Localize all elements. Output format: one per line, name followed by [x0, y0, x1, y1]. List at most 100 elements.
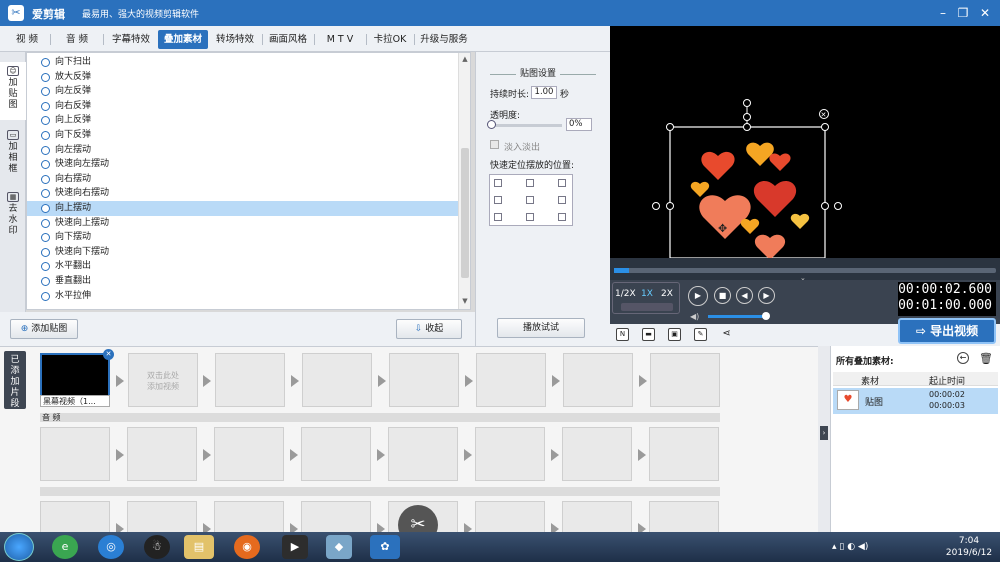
audio-slot[interactable]: [214, 427, 284, 481]
tab-video[interactable]: 视 频: [6, 30, 48, 49]
effect-item[interactable]: 快速向右摆动: [27, 186, 459, 201]
sticker-preview[interactable]: ✕ ✥: [610, 26, 1000, 258]
empty-video-slot[interactable]: [302, 353, 372, 407]
video-app-icon[interactable]: ▶: [282, 535, 308, 559]
speed-double[interactable]: 2X: [661, 289, 673, 299]
radio-icon[interactable]: [41, 87, 50, 97]
fade-checkbox[interactable]: [490, 140, 499, 149]
effect-item[interactable]: 向上反弹: [27, 113, 459, 128]
firefox-icon[interactable]: ◉: [234, 535, 260, 559]
radio-icon[interactable]: [41, 233, 50, 243]
stop-icon[interactable]: ■: [714, 287, 731, 304]
side-tab-add-frame[interactable]: ▭ 加 相 框: [0, 126, 26, 184]
radio-icon[interactable]: [41, 189, 50, 199]
new-project-icon[interactable]: N: [616, 328, 629, 341]
radio-icon[interactable]: [41, 58, 50, 67]
file-explorer-icon[interactable]: ▤: [184, 535, 214, 559]
playback-progress[interactable]: ⌄: [610, 258, 1000, 282]
effect-item[interactable]: 放大反弹: [27, 70, 459, 85]
scroll-thumb[interactable]: [461, 148, 469, 278]
empty-video-slot[interactable]: [650, 353, 720, 407]
prev-frame-icon[interactable]: ◀: [736, 287, 753, 304]
effect-list-scrollbar[interactable]: ▲ ▼: [458, 53, 470, 309]
effect-item[interactable]: 垂直翻出: [27, 274, 459, 289]
system-clock[interactable]: 7:04 2019/6/12: [942, 535, 996, 559]
effect-item[interactable]: 向右摆动: [27, 172, 459, 187]
effect-item[interactable]: 水平翻出: [27, 259, 459, 274]
radio-icon[interactable]: [41, 131, 50, 140]
scroll-down-icon[interactable]: ▼: [460, 297, 470, 307]
speed-normal[interactable]: 1X: [641, 289, 653, 299]
audio-slot[interactable]: [301, 427, 371, 481]
360-browser-icon[interactable]: e: [52, 535, 78, 559]
radio-icon[interactable]: [41, 174, 50, 184]
export-video-button[interactable]: ⇨ 导出视频: [898, 318, 996, 344]
position-top-center[interactable]: [526, 179, 534, 187]
duration-input[interactable]: 1.00: [531, 86, 557, 99]
radio-icon[interactable]: [41, 72, 50, 82]
position-middle-right[interactable]: [558, 196, 566, 204]
trash-icon[interactable]: 🗑: [979, 352, 993, 365]
radio-icon[interactable]: [41, 101, 50, 111]
empty-video-slot[interactable]: [215, 353, 285, 407]
speed-slider[interactable]: [621, 303, 673, 311]
audio-slot[interactable]: [127, 427, 197, 481]
close-icon[interactable]: ✕: [976, 4, 994, 22]
radio-icon[interactable]: [41, 277, 50, 286]
empty-video-slot[interactable]: [476, 353, 546, 407]
minimize-icon[interactable]: –: [934, 4, 952, 22]
radio-icon[interactable]: [41, 204, 50, 213]
effect-item[interactable]: 向下扫出: [27, 55, 459, 70]
qq-icon[interactable]: ☃: [144, 535, 170, 559]
ijianji-app-icon[interactable]: ✿: [370, 535, 400, 559]
editor-app-icon[interactable]: ◆: [326, 535, 352, 559]
play-icon[interactable]: ▶: [688, 286, 708, 306]
add-video-slot[interactable]: 双击此处 添加视频: [128, 353, 198, 407]
tab-audio[interactable]: 音 频: [54, 30, 100, 49]
overlay-row[interactable]: ♥ 贴图 00:00:02 00:00:03: [833, 388, 998, 414]
play-test-button[interactable]: 播放试试: [497, 318, 585, 338]
effect-item[interactable]: 向左反弹: [27, 84, 459, 99]
opacity-slider[interactable]: [490, 124, 562, 127]
effect-item[interactable]: 向下反弹: [27, 128, 459, 143]
radio-icon[interactable]: [41, 160, 50, 170]
scroll-up-icon[interactable]: ▲: [460, 55, 470, 65]
opacity-slider-knob[interactable]: [487, 120, 496, 129]
back-icon[interactable]: ←: [957, 352, 969, 364]
add-sticker-button[interactable]: ⊕ 添加贴图: [10, 319, 78, 339]
position-middle-left[interactable]: [494, 196, 502, 204]
volume-icon[interactable]: ◀): [690, 312, 699, 321]
radio-icon[interactable]: [41, 247, 50, 257]
volume-slider[interactable]: [708, 315, 768, 318]
audio-slot[interactable]: [562, 427, 632, 481]
radio-icon[interactable]: [41, 116, 50, 126]
radio-icon[interactable]: [41, 262, 50, 272]
side-tab-remove-watermark[interactable]: ▦ 去 水 印: [0, 188, 26, 246]
position-bottom-right[interactable]: [558, 213, 566, 221]
next-frame-icon[interactable]: ▶: [758, 287, 775, 304]
open-folder-icon[interactable]: ▬: [642, 328, 655, 341]
effect-item[interactable]: 向上摆动: [27, 201, 459, 216]
tab-upgrade-service[interactable]: 升级与服务: [416, 30, 472, 49]
position-bottom-left[interactable]: [494, 213, 502, 221]
chevron-right-icon[interactable]: ›: [820, 426, 828, 440]
speed-half[interactable]: 1/2X: [615, 289, 636, 299]
restore-icon[interactable]: ❐: [954, 4, 972, 22]
remove-clip-icon[interactable]: ✕: [103, 349, 114, 360]
save-as-icon[interactable]: ✎: [694, 328, 707, 341]
tab-karaoke[interactable]: 卡拉OK: [368, 30, 412, 49]
position-top-right[interactable]: [558, 179, 566, 187]
position-bottom-center[interactable]: [526, 213, 534, 221]
audio-slot[interactable]: [649, 427, 719, 481]
save-icon[interactable]: ▣: [668, 328, 681, 341]
radio-icon[interactable]: [41, 218, 50, 228]
tab-overlay-material[interactable]: 叠加素材: [158, 30, 208, 49]
opacity-input[interactable]: 0%: [566, 118, 592, 131]
video-preview[interactable]: ✕ ✥: [610, 26, 1000, 258]
tab-picture-style[interactable]: 画面风格: [264, 30, 312, 49]
audio-slot[interactable]: [388, 427, 458, 481]
effect-item[interactable]: 快速向上摆动: [27, 216, 459, 231]
effect-item[interactable]: 向右反弹: [27, 99, 459, 114]
effect-item[interactable]: 水平拉伸: [27, 289, 459, 304]
tab-transition-effects[interactable]: 转场特效: [210, 30, 260, 49]
